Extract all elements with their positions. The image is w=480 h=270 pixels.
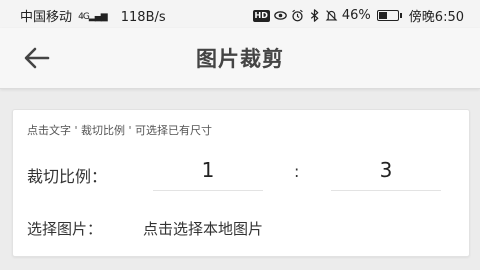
app-bar: 图片裁剪 [0,28,480,89]
ratio-height-input[interactable] [331,150,441,191]
mute-icon [325,10,338,21]
status-bar: 中国移动 4G▂▄▆ 118B/s HD 46% 傍晚6:50 [0,0,480,28]
alarm-icon [292,9,303,22]
eye-icon [274,11,287,20]
hd-icon: HD [252,9,270,22]
network-type: 4G [78,12,90,22]
battery-fill [378,12,387,19]
status-right: HD 46% 傍晚6:50 [252,6,464,25]
pick-image-label: 选择图片： [27,220,103,238]
status-left: 中国移动 4G▂▄▆ 118B/s [20,6,166,25]
battery-percent: 46% [341,8,371,23]
hint-text: 点击文字 ' 裁切比例 ' 可选择已有尺寸 [27,124,213,137]
page-title: 图片裁剪 [196,47,284,71]
ratio-separator: : [294,162,300,181]
clock: 傍晚6:50 [408,10,464,25]
pick-image-button[interactable]: 点击选择本地图片 [143,218,263,239]
ratio-label-button[interactable]: 裁切比例： [27,163,107,187]
battery-icon [376,10,402,21]
signal-icon: 4G▂▄▆ [78,12,107,22]
crop-settings-card: 点击文字 ' 裁切比例 ' 可选择已有尺寸 裁切比例： : 选择图片： 点击选择… [12,109,470,257]
network-speed: 118B/s [120,10,166,25]
bluetooth-icon [310,9,319,22]
ratio-width-input[interactable] [153,150,263,191]
carrier-name: 中国移动 [20,10,73,25]
